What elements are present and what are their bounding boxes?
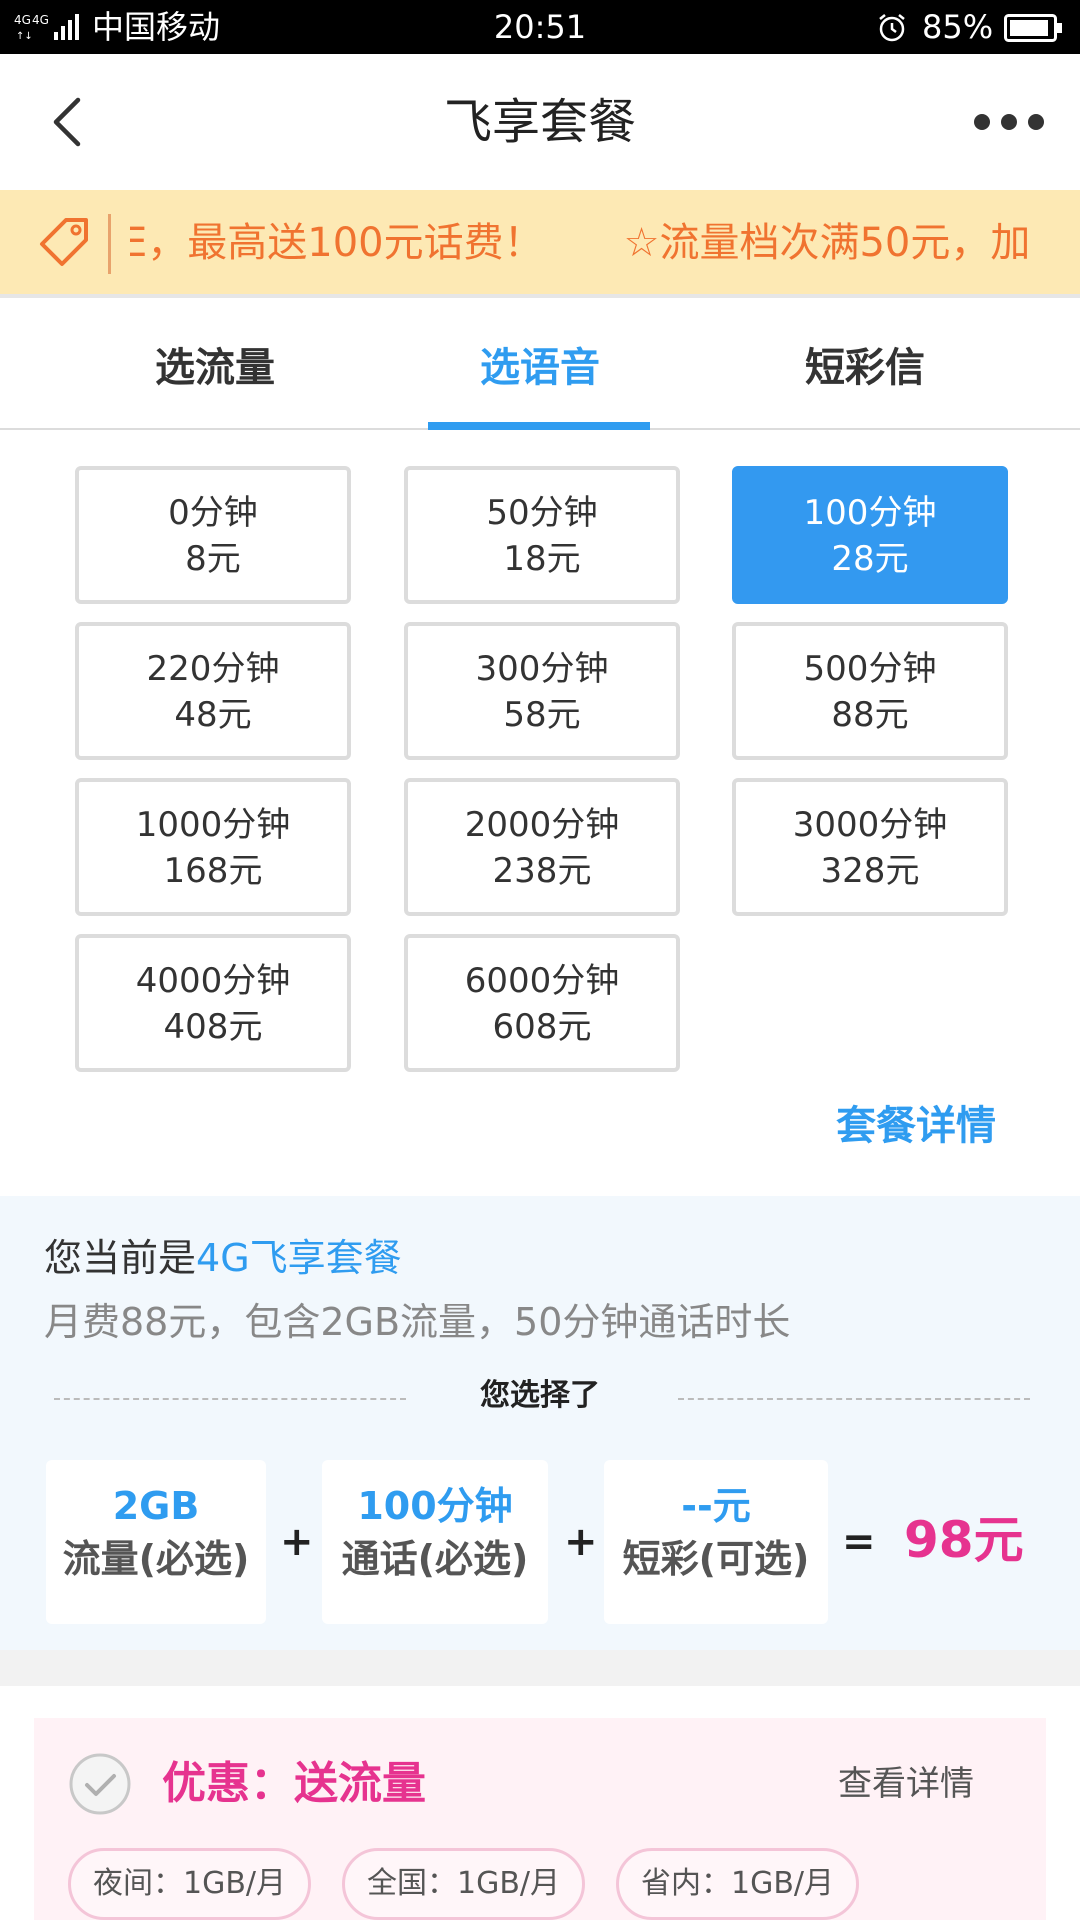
current-plan-line: 您当前是4G飞享套餐 (44, 1234, 402, 1282)
voice-option[interactable]: 220分钟 48元 (75, 622, 351, 760)
total-price: 98元 (904, 1511, 1024, 1569)
voice-option[interactable]: 500分钟 88元 (732, 622, 1008, 760)
option-minutes: 500分钟 (803, 649, 937, 689)
promo-chip: 省内：1GB/月 (616, 1848, 860, 1920)
promo-section: 优惠：送流量 查看详情 夜间：1GB/月 全国：1GB/月 省内：1GB/月 (34, 1718, 1046, 1920)
notice-text-clip: E，最高送100元话费！ ☆流量档次满50元，加 (130, 190, 1080, 294)
app-header: 飞享套餐 (0, 54, 1080, 190)
more-options-icon[interactable] (972, 110, 1046, 134)
voice-option[interactable]: 3000分钟 328元 (732, 778, 1008, 916)
voice-option[interactable]: 1000分钟 168元 (75, 778, 351, 916)
option-price: 8元 (185, 539, 241, 579)
alarm-icon (879, 14, 905, 42)
data-label: 流量(必选) (62, 1537, 250, 1581)
dashed-divider-right (678, 1398, 1030, 1400)
data-selection-card: 2GB 流量(必选) (46, 1460, 266, 1624)
voice-option[interactable]: 300分钟 58元 (404, 622, 680, 760)
option-minutes: 4000分钟 (135, 961, 291, 1001)
plus-sign: + (280, 1519, 314, 1565)
sms-label: 短彩(可选) (622, 1537, 810, 1581)
current-plan-description: 月费88元，包含2GB流量，50分钟通话时长 (44, 1300, 791, 1344)
option-price: 28元 (831, 539, 909, 579)
section-gap (0, 1650, 1080, 1686)
option-price: 58元 (503, 695, 581, 735)
option-minutes: 3000分钟 (792, 805, 948, 845)
battery-percent: 85% (922, 8, 994, 46)
option-minutes: 1000分钟 (135, 805, 291, 845)
view-details-link[interactable]: 查看详情 (838, 1758, 974, 1810)
promo-notice-bar: E，最高送100元话费！ ☆流量档次满50元，加 (0, 190, 1080, 298)
option-minutes: 300分钟 (475, 649, 609, 689)
tab-sms-mms[interactable]: 短彩信 (685, 316, 1045, 430)
option-price: 238元 (492, 851, 592, 891)
option-minutes: 0分钟 (168, 493, 258, 533)
status-time: 20:51 (493, 8, 587, 46)
voice-selection-card: 100分钟 通话(必选) (322, 1460, 548, 1624)
notice-text: E，最高送100元话费！ ☆流量档次满50元，加 (130, 220, 1031, 266)
current-plan-name[interactable]: 4G飞享套餐 (196, 1236, 402, 1280)
option-price: 18元 (503, 539, 581, 579)
option-price: 608元 (492, 1007, 592, 1047)
voice-option[interactable]: 4000分钟 408元 (75, 934, 351, 1072)
package-details-link[interactable]: 套餐详情 (836, 1098, 996, 1154)
sms-value: --元 (681, 1484, 751, 1528)
price-tag-icon (40, 218, 88, 266)
equals-sign: = (842, 1519, 876, 1565)
active-tab-indicator (428, 422, 650, 430)
promo-chip: 全国：1GB/月 (342, 1848, 586, 1920)
option-price: 168元 (163, 851, 263, 891)
option-minutes: 2000分钟 (464, 805, 620, 845)
tab-voice[interactable]: 选语音 (360, 316, 720, 430)
selection-summary: 您当前是4G飞享套餐 月费88元，包含2GB流量，50分钟通话时长 您选择了 2… (0, 1196, 1080, 1650)
option-minutes: 100分钟 (803, 493, 937, 533)
plus-sign: + (564, 1519, 598, 1565)
option-price: 408元 (163, 1007, 263, 1047)
data-value: 2GB (112, 1484, 200, 1528)
option-price: 48元 (174, 695, 252, 735)
option-price: 328元 (820, 851, 920, 891)
page-title: 飞享套餐 (443, 94, 636, 150)
tab-data[interactable]: 选流量 (35, 316, 395, 430)
option-price: 88元 (831, 695, 909, 735)
voice-option[interactable]: 0分钟 8元 (75, 466, 351, 604)
voice-value: 100分钟 (357, 1484, 513, 1528)
voice-label: 通话(必选) (341, 1537, 529, 1581)
voice-option[interactable]: 2000分钟 238元 (404, 778, 680, 916)
option-minutes: 6000分钟 (464, 961, 620, 1001)
promo-chip: 夜间：1GB/月 (68, 1848, 312, 1920)
voice-option[interactable]: 6000分钟 608元 (404, 934, 680, 1072)
promo-title: 优惠：送流量 (162, 1758, 426, 1809)
voice-option-selected[interactable]: 100分钟 28元 (732, 466, 1008, 604)
notice-divider (108, 214, 111, 274)
category-tabs: 选流量 选语音 短彩信 (0, 316, 1080, 430)
status-bar: 4G 4G ↑↓ 中国移动 20:51 85% (0, 0, 1080, 54)
check-circle-icon[interactable] (68, 1752, 132, 1816)
voice-option[interactable]: 50分钟 18元 (404, 466, 680, 604)
option-minutes: 50分钟 (486, 493, 598, 533)
chosen-label: 您选择了 (480, 1378, 600, 1413)
current-plan-prefix: 您当前是 (44, 1236, 197, 1280)
option-minutes: 220分钟 (146, 649, 280, 689)
battery-icon (1004, 14, 1062, 42)
sms-selection-card: --元 短彩(可选) (604, 1460, 828, 1624)
